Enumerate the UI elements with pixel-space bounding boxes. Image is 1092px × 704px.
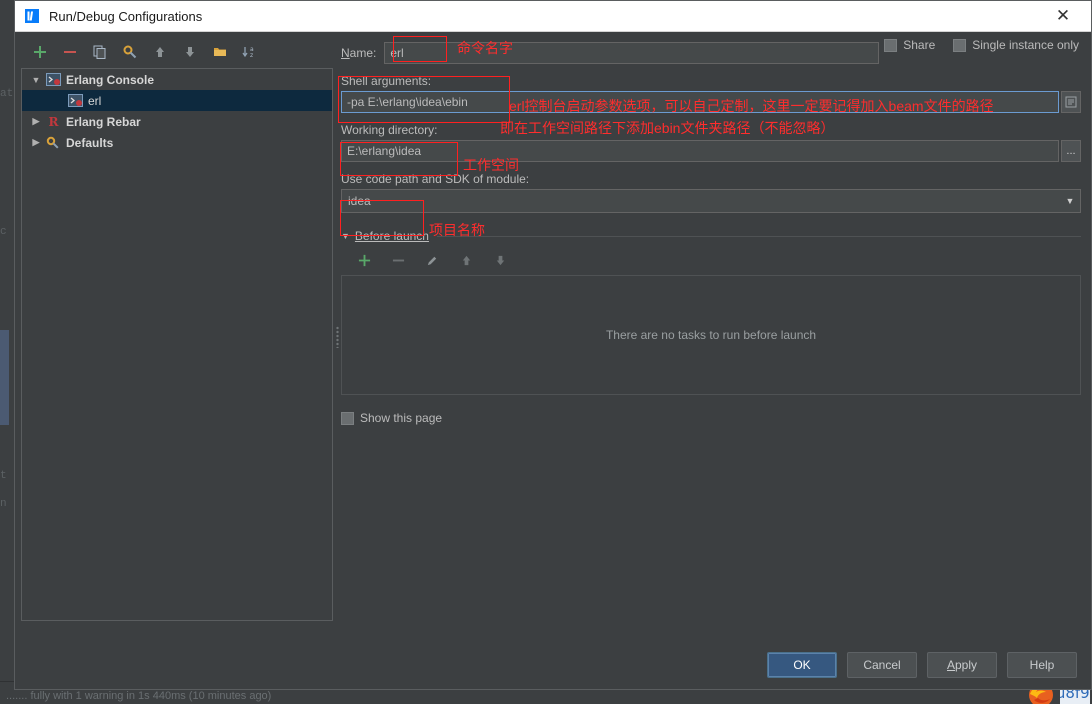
before-launch-toolbar (341, 247, 1081, 273)
module-combobox[interactable]: idea ▼ (341, 189, 1081, 213)
configurations-toolbar: az (21, 38, 333, 66)
copy-icon[interactable] (89, 41, 111, 63)
before-launch-move-up-button[interactable] (455, 249, 477, 271)
ok-button[interactable]: OK (767, 652, 837, 678)
svg-text:z: z (250, 52, 253, 59)
background-status-text: ....... fully with 1 warning in 1s 440ms… (6, 690, 272, 702)
chevron-down-icon[interactable]: ▼ (341, 231, 350, 241)
chevron-down-icon[interactable]: ▼ (28, 75, 44, 85)
single-instance-only-label: Single instance only (972, 38, 1079, 52)
close-icon[interactable]: ✕ (1045, 1, 1081, 31)
shell-arguments-label: Shell arguments: (341, 74, 432, 88)
tree-item-label: Defaults (66, 135, 114, 150)
tree-item-label: erl (88, 93, 102, 108)
options-checkbox-row: Share Single instance only (884, 38, 1079, 52)
background-text-fragment: c (0, 226, 7, 238)
name-label: Name: (341, 46, 377, 60)
before-launch-header[interactable]: ▼ Before launch (341, 229, 1081, 243)
arrow-up-icon[interactable] (149, 41, 171, 63)
intellij-idea-icon (23, 7, 41, 25)
erlang-console-icon (66, 93, 84, 109)
no-tasks-message: There are no tasks to run before launch (605, 328, 817, 342)
single-instance-only-checkbox[interactable]: Single instance only (953, 38, 1079, 52)
background-scroll-marker-left (0, 330, 9, 425)
show-this-page-checkbox[interactable]: Show this page (341, 411, 1081, 425)
shell-arguments-group: Shell arguments: (341, 74, 1081, 113)
apply-button[interactable]: Apply (927, 652, 997, 678)
background-text-fragment: t (0, 470, 7, 482)
cancel-button[interactable]: Cancel (847, 652, 917, 678)
background-text-fragment: at (0, 88, 14, 100)
tree-item-label: Erlang Console (66, 72, 155, 87)
configuration-editor-pane: Name: Share Single instance only (341, 32, 1091, 641)
tree-item-erlang-rebar[interactable]: ▶ R Erlang Rebar (22, 111, 332, 132)
configurations-tree[interactable]: ▼ Erlang Console erl ▶ R Erlang Rebar ▶ … (21, 68, 333, 621)
module-value: idea (348, 194, 371, 208)
pane-splitter[interactable] (333, 32, 341, 641)
erlang-rebar-icon: R (44, 114, 62, 130)
pencil-icon[interactable] (421, 249, 443, 271)
shell-arguments-row (341, 91, 1081, 113)
splitter-grip-icon (335, 325, 339, 348)
dialog-body: az ▼ Erlang Console erl ▶ R Erlang Rebar… (15, 32, 1091, 689)
dialog-titlebar: Run/Debug Configurations ✕ (15, 1, 1091, 32)
tree-item-label: Erlang Rebar (66, 114, 141, 129)
working-directory-row: ... (341, 140, 1081, 162)
checkbox-box-icon (341, 411, 354, 425)
defaults-gear-icon (44, 135, 62, 151)
arrow-down-icon[interactable] (179, 41, 201, 63)
configurations-pane: az ▼ Erlang Console erl ▶ R Erlang Rebar… (15, 32, 333, 641)
module-group: Use code path and SDK of module: idea ▼ (341, 172, 1081, 213)
svg-text:R: R (48, 115, 59, 128)
checkbox-box-icon (953, 38, 967, 52)
background-text-fragment: n (0, 498, 7, 510)
tree-item-erl[interactable]: erl (22, 90, 332, 111)
apply-button-label-rest: pply (955, 658, 978, 672)
wrench-gear-icon[interactable] (119, 41, 141, 63)
share-checkbox[interactable]: Share (884, 38, 935, 52)
chevron-down-icon[interactable]: ▼ (1060, 190, 1080, 212)
chevron-right-icon[interactable]: ▶ (28, 116, 44, 127)
remove-button[interactable] (59, 41, 81, 63)
module-label: Use code path and SDK of module: (341, 172, 530, 186)
screen: at c t n ....... fully with 1 warning in… (0, 0, 1092, 704)
show-this-page-label: Show this page (360, 411, 443, 425)
share-label: Share (903, 38, 936, 52)
sort-alphabetical-icon[interactable]: az (239, 41, 261, 63)
run-debug-configurations-dialog: Run/Debug Configurations ✕ a z ▼ Erlang … (14, 0, 1092, 690)
working-directory-label: Working directory: (341, 123, 438, 137)
dialog-title: Run/Debug Configurations (49, 8, 203, 24)
checkbox-box-icon (884, 38, 898, 52)
chevron-right-icon[interactable]: ▶ (28, 137, 44, 148)
help-button[interactable]: Help (1007, 652, 1077, 678)
name-input[interactable] (384, 42, 880, 64)
working-directory-input[interactable] (341, 140, 1059, 162)
erlang-console-icon (44, 72, 62, 88)
add-button[interactable] (29, 41, 51, 63)
dialog-footer: OK Cancel Apply Help (15, 641, 1091, 689)
expand-editor-icon[interactable] (1061, 91, 1081, 113)
working-directory-group: Working directory: ... (341, 123, 1081, 162)
before-launch-remove-button[interactable] (387, 249, 409, 271)
tree-item-defaults[interactable]: ▶ Defaults (22, 132, 332, 153)
before-launch-label: Before launch (354, 229, 429, 243)
before-launch-task-list[interactable]: There are no tasks to run before launch (341, 275, 1081, 395)
before-launch-move-down-button[interactable] (489, 249, 511, 271)
dialog-content-row: az ▼ Erlang Console erl ▶ R Erlang Rebar… (15, 32, 1091, 641)
tree-item-erlang-console[interactable]: ▼ Erlang Console (22, 69, 332, 90)
section-divider (436, 235, 1081, 237)
folder-icon[interactable] (209, 41, 231, 63)
browse-button[interactable]: ... (1061, 140, 1081, 162)
shell-arguments-input[interactable] (341, 91, 1059, 113)
before-launch-add-button[interactable] (353, 249, 375, 271)
